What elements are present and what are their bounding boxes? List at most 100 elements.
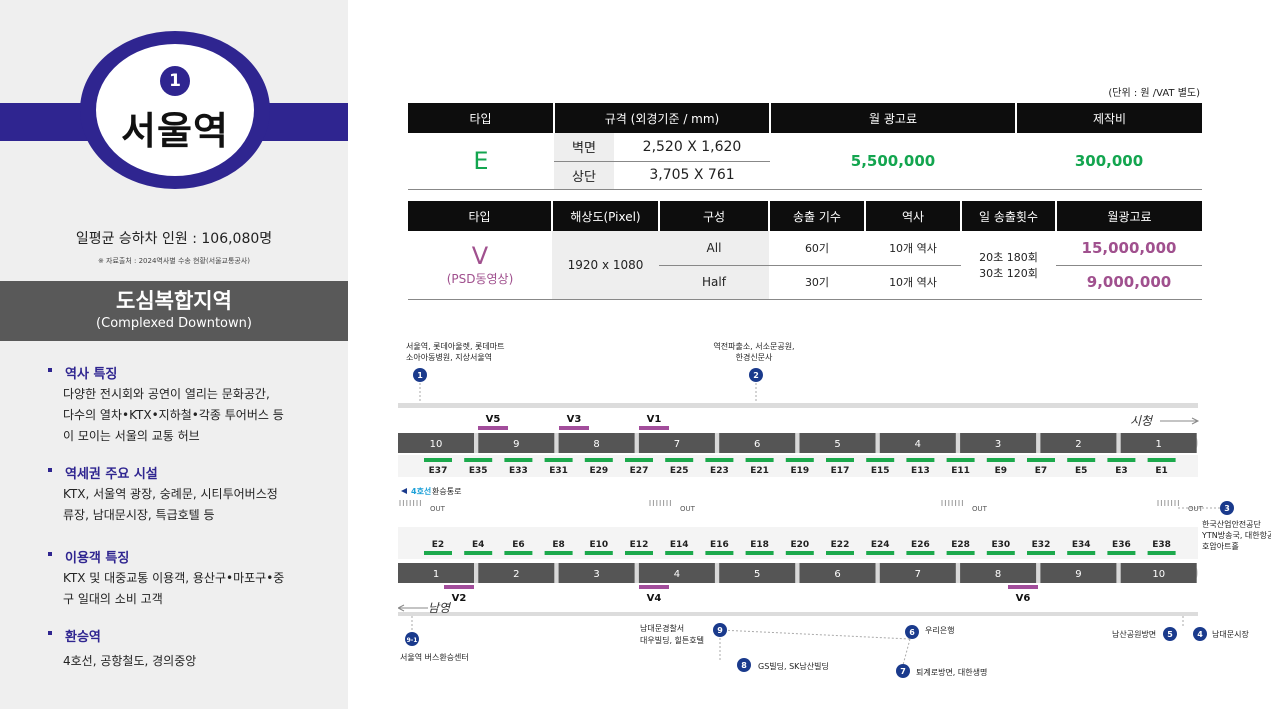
door-number-top: 6 [754, 439, 760, 450]
v-screen-bar [478, 426, 508, 430]
e-screen-bar [665, 458, 694, 462]
feature-line: 다수의 열차•KTX•지하철•각종 투어버스 등 [63, 408, 284, 422]
e-screen-bar [1027, 551, 1055, 555]
mode-all: All [659, 231, 769, 266]
station-map: 서울역, 롯데아울렛, 롯데마트 소아아동병원, 지상서울역 1 역전파출소, … [398, 341, 1271, 678]
door-number-bottom: 4 [674, 569, 680, 580]
exit2-text1: 역전파출소, 서소문공원, [713, 341, 794, 351]
door-number-bottom: 9 [1075, 569, 1081, 580]
e-screen-bar [866, 458, 895, 462]
door-number-bottom: 7 [915, 569, 921, 580]
e-screen-bar [906, 458, 935, 462]
e-code-label: E31 [549, 466, 568, 476]
monthly-fee: 5,500,000 [770, 133, 1017, 190]
e-code-label: E25 [670, 466, 689, 476]
e-code-label: E10 [589, 540, 608, 550]
e-screen-bar [424, 551, 452, 555]
e-code-label: E6 [512, 540, 524, 550]
door-number-bottom: 3 [593, 569, 599, 580]
e-screen-bar [464, 551, 493, 555]
type-v-cell: V (PSD동영상) [408, 231, 552, 300]
zone-subtitle: (Complexed Downtown) [96, 316, 252, 331]
e-code-label: E5 [1075, 466, 1087, 476]
header-cell: 해상도(Pixel) [551, 201, 659, 231]
daily-30s: 30초 120회 [979, 266, 1038, 280]
door-number-bottom: 1 [433, 569, 439, 580]
door-number-top: 9 [513, 439, 519, 450]
exit5-num: 5 [1167, 630, 1173, 639]
feature-line: 구 일대의 소비 고객 [63, 592, 163, 606]
e-screen-bar [584, 551, 613, 555]
v-screen-bar [444, 585, 474, 589]
ridership-text: 일평균 승하차 인원 : 106,080명 [75, 231, 273, 247]
header-cell: 규격 (외경기준 / mm) [552, 103, 771, 133]
e-code-label: E19 [790, 466, 809, 476]
door-number-top: 8 [593, 439, 599, 450]
e-code-label: E24 [871, 540, 890, 550]
exit1-text2: 소아아동병원, 지상서울역 [406, 352, 492, 362]
exit8-num: 8 [741, 661, 747, 670]
e-code-label: E28 [951, 540, 970, 550]
exit5-text: 남산공원방면 [1112, 629, 1156, 639]
header-cell: 구성 [658, 201, 769, 231]
e-code-label: E17 [831, 466, 850, 476]
feature-line: 류장, 남대문시장, 특급호텔 등 [63, 508, 215, 522]
e-code-label: E33 [509, 466, 528, 476]
e-code-label: E3 [1115, 466, 1127, 476]
e-code-label: E7 [1035, 466, 1047, 476]
direction-bottom: 남영 [428, 601, 452, 615]
feature-body: KTX, 서울역 광장, 숭례문, 시티투어버스정 류장, 남대문시장, 특급호… [63, 484, 338, 526]
v-code-label: V3 [567, 414, 582, 425]
units-half: 30기 [769, 265, 865, 300]
feature-facilities: 역세권 주요 시설 KTX, 서울역 광장, 숭례문, 시티투어버스정 류장, … [48, 463, 338, 526]
e-screen-bar [1027, 458, 1055, 462]
e-screen-bar [745, 551, 774, 555]
direction-top: 시청 [1130, 414, 1154, 428]
door-number-top: 4 [915, 439, 921, 450]
door-number-bottom: 6 [834, 569, 840, 580]
e-screen-bar [544, 551, 573, 555]
stations-half: 10개 역사 [865, 265, 961, 300]
exit7-num: 7 [900, 667, 906, 676]
e-screen-bar [906, 551, 935, 555]
e-screen-bar [1067, 458, 1096, 462]
v-screen-bar [559, 426, 589, 430]
e-code-label: E21 [750, 466, 769, 476]
exit91-num: 9-1 [407, 637, 418, 644]
stations-all: 10개 역사 [865, 231, 961, 266]
e-code-label: E36 [1112, 540, 1131, 550]
fee-half: 9,000,000 [1056, 265, 1202, 300]
type-e: E [408, 133, 554, 190]
exit6-num: 6 [909, 628, 915, 637]
v-screen-bar [639, 426, 669, 430]
e-code-label: E2 [432, 540, 444, 550]
e-screen-bar [464, 458, 493, 462]
e-screen-bar [1107, 551, 1136, 555]
e-code-label: E8 [552, 540, 564, 550]
e-code-label: E34 [1072, 540, 1091, 550]
units-all: 60기 [769, 231, 865, 266]
exit3-line1: 한국산업안전공단 [1202, 519, 1262, 529]
type-v-sub: (PSD동영상) [446, 272, 514, 287]
exit3-line2: YTN방송국, 대한항공 [1201, 530, 1271, 540]
e-code-label: E29 [589, 466, 608, 476]
e-screen-bar [1147, 458, 1176, 462]
e-screen-bar [785, 551, 814, 555]
mode-half: Half [659, 265, 769, 300]
feature-users: 이용객 특징 KTX 및 대중교통 이용객, 용산구•마포구•중 구 일대의 소… [48, 547, 338, 610]
e-code-label: E18 [750, 540, 769, 550]
e-screen-bar [1107, 458, 1136, 462]
feature-line: 4호선, 공항철도, 경의중앙 [63, 654, 197, 668]
header-cell: 타입 [408, 201, 552, 231]
zone-box: 도심복합지역 (Complexed Downtown) [0, 281, 348, 341]
type-v: V [471, 242, 489, 271]
e-code-label: E37 [429, 466, 448, 476]
e-code-label: E26 [911, 540, 930, 550]
e-code-label: E38 [1152, 540, 1171, 550]
e-screen-bar [705, 551, 734, 555]
e-screen-bar [986, 551, 1015, 555]
door-number-top: 1 [1156, 439, 1162, 450]
e-screen-bar [504, 551, 533, 555]
door-number-bottom: 8 [995, 569, 1001, 580]
e-code-label: E9 [995, 466, 1007, 476]
